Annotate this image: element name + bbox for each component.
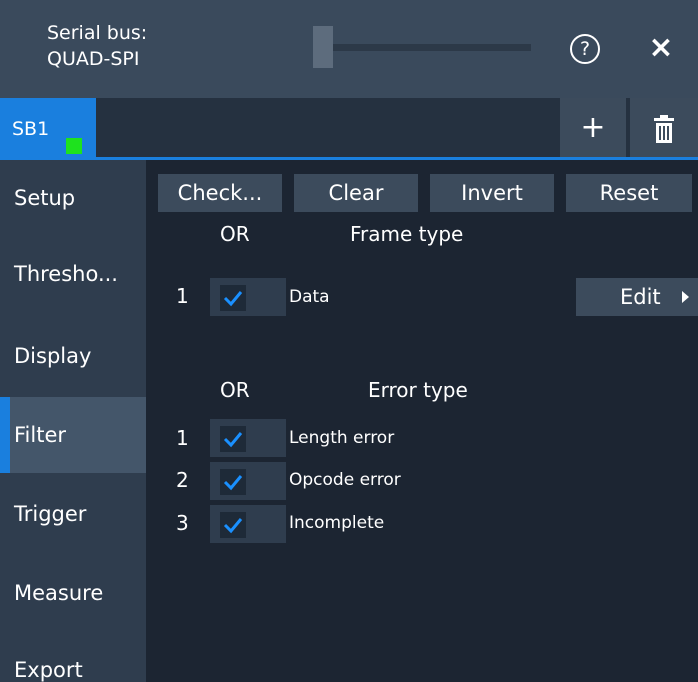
checkmark-icon <box>223 291 243 307</box>
error-row-label: Incomplete <box>289 513 385 533</box>
close-icon[interactable]: × <box>644 30 678 66</box>
error-row-label: Opcode error <box>289 470 401 490</box>
error-row-number: 1 <box>176 426 189 450</box>
nav-item-label: Display <box>14 344 92 368</box>
tab-sb1[interactable]: SB1 <box>0 98 96 160</box>
frame-data-checkbox[interactable] <box>210 278 286 316</box>
error-row-label: Length error <box>289 428 395 448</box>
checkmark-icon <box>223 518 243 534</box>
delete-bus-button[interactable] <box>630 98 698 160</box>
check-button[interactable]: Check... <box>158 174 282 212</box>
error-length-checkbox[interactable] <box>210 419 286 457</box>
title-line-2: QUAD-SPI <box>47 48 140 70</box>
frame-row-label: Data <box>289 287 330 307</box>
reset-button[interactable]: Reset <box>566 174 692 212</box>
frame-type-header: Frame type <box>350 222 464 246</box>
checkmark-icon <box>223 475 243 491</box>
error-incomplete-checkbox[interactable] <box>210 505 286 543</box>
help-icon[interactable]: ? <box>570 34 600 64</box>
nav-item-export[interactable]: Export <box>0 630 146 682</box>
frame-row-number: 1 <box>176 284 189 308</box>
nav-item-setup[interactable]: Setup <box>0 160 146 236</box>
nav-item-display[interactable]: Display <box>0 320 146 396</box>
nav-item-trigger[interactable]: Trigger <box>0 476 146 552</box>
slider-thumb[interactable] <box>313 26 333 68</box>
dialog-header: Serial bus: QUAD-SPI ? × <box>0 0 698 98</box>
invert-button[interactable]: Invert <box>430 174 554 212</box>
tab-sb1-label: SB1 <box>12 118 50 140</box>
nav-item-label: Filter <box>14 423 67 447</box>
clear-button[interactable]: Clear <box>294 174 418 212</box>
side-nav: Setup Thresho... Display Filter Trigger … <box>0 160 146 682</box>
bus-enabled-indicator <box>66 138 82 154</box>
nav-item-label: Setup <box>14 186 76 210</box>
nav-item-label: Trigger <box>14 502 87 526</box>
chevron-right-icon <box>682 291 689 303</box>
transparency-slider[interactable] <box>313 26 531 68</box>
error-or-header: OR <box>220 378 250 402</box>
title-line-1: Serial bus: <box>47 22 148 44</box>
slider-track[interactable] <box>313 44 531 51</box>
error-row-number: 3 <box>176 511 189 535</box>
checkmark-icon <box>223 432 243 448</box>
error-row-number: 2 <box>176 468 189 492</box>
nav-item-measure[interactable]: Measure <box>0 555 146 631</box>
frame-or-header: OR <box>220 222 250 246</box>
edit-button-label: Edit <box>620 285 661 309</box>
error-opcode-checkbox[interactable] <box>210 462 286 500</box>
filter-panel: Check... Clear Invert Reset OR Frame typ… <box>146 160 698 682</box>
tab-bar: SB1 + <box>0 98 698 160</box>
edit-button[interactable]: Edit <box>576 278 698 316</box>
trash-icon <box>654 115 674 143</box>
nav-item-label: Thresho... <box>14 262 118 286</box>
nav-item-label: Measure <box>14 581 104 605</box>
nav-item-threshold[interactable]: Thresho... <box>0 236 146 312</box>
nav-item-filter[interactable]: Filter <box>0 397 146 473</box>
nav-item-label: Export <box>14 658 83 682</box>
error-type-header: Error type <box>368 378 468 402</box>
add-bus-button[interactable]: + <box>560 98 626 160</box>
dialog-title: Serial bus: QUAD-SPI <box>47 20 147 72</box>
